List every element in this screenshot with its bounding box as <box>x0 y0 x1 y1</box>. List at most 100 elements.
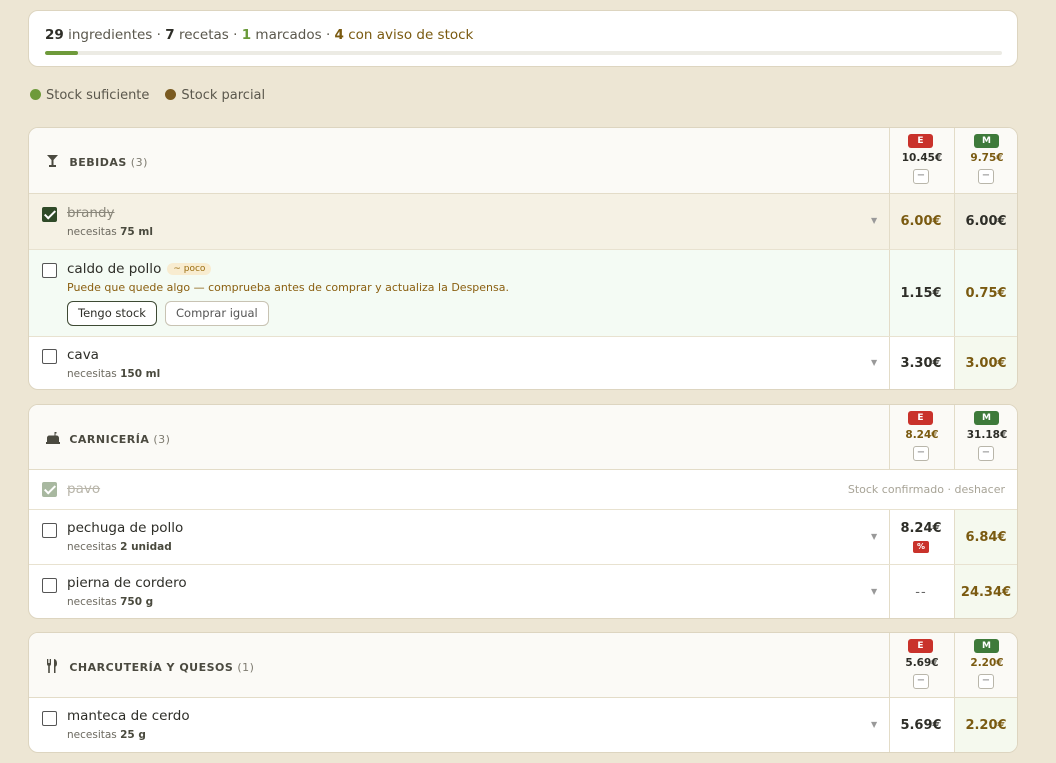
store-e-toggle[interactable]: − <box>913 446 929 461</box>
ingredient-checkbox[interactable] <box>42 523 57 538</box>
undo-stock-link[interactable]: Stock confirmado · deshacer <box>848 483 1005 496</box>
store-e-badge: E <box>908 134 933 148</box>
category-count: (1) <box>237 661 255 674</box>
ingredient-checkbox[interactable] <box>42 207 57 222</box>
recipes-label: recetas <box>178 27 229 43</box>
cocktail-icon <box>47 155 58 167</box>
need-prefix: necesitas <box>67 729 117 741</box>
price-m[interactable]: 6.84€ <box>954 530 1017 545</box>
store-m-badge: M <box>974 411 999 425</box>
store-e-total: 5.69€ <box>905 657 939 669</box>
legend: Stock suficiente Stock parcial <box>30 88 265 103</box>
price-e[interactable]: 6.00€ <box>889 214 953 229</box>
store-m-column: M 2.20€ − <box>954 633 1017 697</box>
category-title: CARNICERÍA (3) <box>45 431 170 446</box>
ingredient-checkbox[interactable] <box>42 578 57 593</box>
need-prefix: necesitas <box>67 226 117 238</box>
recipes-count: 7 <box>165 27 175 43</box>
chevron-down-icon[interactable]: ▼ <box>871 358 877 367</box>
ingredient-row[interactable]: manteca de cerdo necesitas 25 g ▼ 5.69€ … <box>29 698 1017 752</box>
store-m-total: 2.20€ <box>970 657 1004 669</box>
price-e[interactable]: 8.24€ <box>889 521 953 536</box>
ingredient-row[interactable]: pechuga de pollo necesitas 2 unidad ▼ 8.… <box>29 510 1017 565</box>
price-m[interactable]: 6.00€ <box>954 214 1017 229</box>
category-header: CHARCUTERÍA Y QUESOS (1) E 5.69€ − M 2.20… <box>29 633 1017 698</box>
ingredient-name: pechuga de pollo <box>67 520 184 536</box>
store-m-badge: M <box>974 639 999 653</box>
chevron-down-icon[interactable]: ▼ <box>871 720 877 729</box>
chevron-down-icon[interactable]: ▼ <box>871 587 877 596</box>
ingredients-count: 29 <box>45 27 64 43</box>
marked-count: 1 <box>241 27 252 43</box>
separator: · <box>325 27 331 43</box>
separator: · <box>156 27 161 43</box>
store-e-total: 8.24€ <box>905 429 939 441</box>
category-title: BEBIDAS (3) <box>45 154 148 169</box>
stock-low-badge: ~ poco <box>167 263 212 275</box>
ingredient-checkbox[interactable] <box>42 263 57 278</box>
category-header: BEBIDAS (3) E 10.45€ − M 9.75€ − <box>29 128 1017 194</box>
have-stock-button[interactable]: Tengo stock <box>67 301 157 326</box>
discount-badge: % <box>913 541 929 553</box>
ingredient-row-stock-warning[interactable]: caldo de pollo ~ poco Puede que quede alg… <box>29 250 1017 337</box>
ingredient-checkbox[interactable] <box>42 482 57 497</box>
need-qty: 25 g <box>120 729 146 741</box>
category-title-text: BEBIDAS <box>69 156 127 169</box>
price-e[interactable]: 5.69€ <box>889 718 953 733</box>
store-e-total: 10.45€ <box>901 152 943 164</box>
price-e[interactable]: 3.30€ <box>889 356 953 371</box>
category-count: (3) <box>130 156 148 169</box>
store-m-column: M 9.75€ − <box>954 128 1017 193</box>
chevron-down-icon[interactable]: ▼ <box>871 532 877 541</box>
ingredient-name: manteca de cerdo <box>67 708 190 724</box>
stock-note: Puede que quede algo — comprueba antes d… <box>67 281 509 294</box>
category-card-bebidas: BEBIDAS (3) E 10.45€ − M 9.75€ − brandy n… <box>28 127 1018 390</box>
price-m[interactable]: 2.20€ <box>954 718 1017 733</box>
price-m[interactable]: 24.34€ <box>954 585 1017 600</box>
need-prefix: necesitas <box>67 368 117 380</box>
ingredients-label: ingredientes <box>68 27 153 43</box>
ingredient-name: cava <box>67 347 99 363</box>
sufficient-dot-icon <box>30 89 41 100</box>
store-e-column: E 10.45€ − <box>889 128 953 193</box>
category-title-text: CHARCUTERÍA Y QUESOS <box>69 661 234 674</box>
store-m-toggle[interactable]: − <box>978 169 994 184</box>
store-m-toggle[interactable]: − <box>978 674 994 689</box>
summary-text: 29 ingredientes · 7 recetas · 1 marcados… <box>45 27 1001 43</box>
ingredient-name: brandy <box>67 205 115 221</box>
ingredient-row-confirmed[interactable]: pavo Stock confirmado · deshacer <box>29 470 1017 510</box>
category-title: CHARCUTERÍA Y QUESOS (1) <box>45 659 254 674</box>
category-card-carniceria: CARNICERÍA (3) E 8.24€ − M 31.18€ − pavo … <box>28 404 1018 619</box>
progress-fill <box>45 51 78 55</box>
ingredient-name: pierna de cordero <box>67 575 187 591</box>
need-qty: 150 ml <box>120 368 161 380</box>
chevron-down-icon[interactable]: ▼ <box>871 216 877 225</box>
buy-anyway-button[interactable]: Comprar igual <box>165 301 269 326</box>
progress-bar <box>45 51 1002 55</box>
need-qty: 75 ml <box>120 226 153 238</box>
need-prefix: necesitas <box>67 541 117 553</box>
separator: · <box>233 27 238 43</box>
store-m-toggle[interactable]: − <box>978 446 994 461</box>
ingredient-row[interactable]: brandy necesitas 75 ml ▼ 6.00€ 6.00€ <box>29 194 1017 250</box>
price-e[interactable]: -- <box>889 585 953 600</box>
price-e[interactable]: 1.15€ <box>889 286 953 301</box>
ingredient-checkbox[interactable] <box>42 349 57 364</box>
ingredient-name: pavo <box>67 481 101 497</box>
price-m[interactable]: 3.00€ <box>954 356 1017 371</box>
price-m[interactable]: 0.75€ <box>954 286 1017 301</box>
ingredient-row[interactable]: cava necesitas 150 ml ▼ 3.30€ 3.00€ <box>29 337 1017 389</box>
legend-sufficient: Stock suficiente <box>30 88 149 103</box>
cutlery-icon <box>47 659 57 673</box>
store-m-badge: M <box>974 134 999 148</box>
ingredient-checkbox[interactable] <box>42 711 57 726</box>
ingredient-row[interactable]: pierna de cordero necesitas 750 g ▼ -- 2… <box>29 565 1017 618</box>
category-card-charcuteria: CHARCUTERÍA Y QUESOS (1) E 5.69€ − M 2.20… <box>28 632 1018 753</box>
store-e-toggle[interactable]: − <box>913 169 929 184</box>
legend-partial: Stock parcial <box>165 88 265 103</box>
need-qty: 750 g <box>120 596 154 608</box>
marked-label: marcados <box>255 27 322 43</box>
store-e-toggle[interactable]: − <box>913 674 929 689</box>
store-m-column: M 31.18€ − <box>954 405 1017 469</box>
category-title-text: CARNICERÍA <box>69 433 150 446</box>
